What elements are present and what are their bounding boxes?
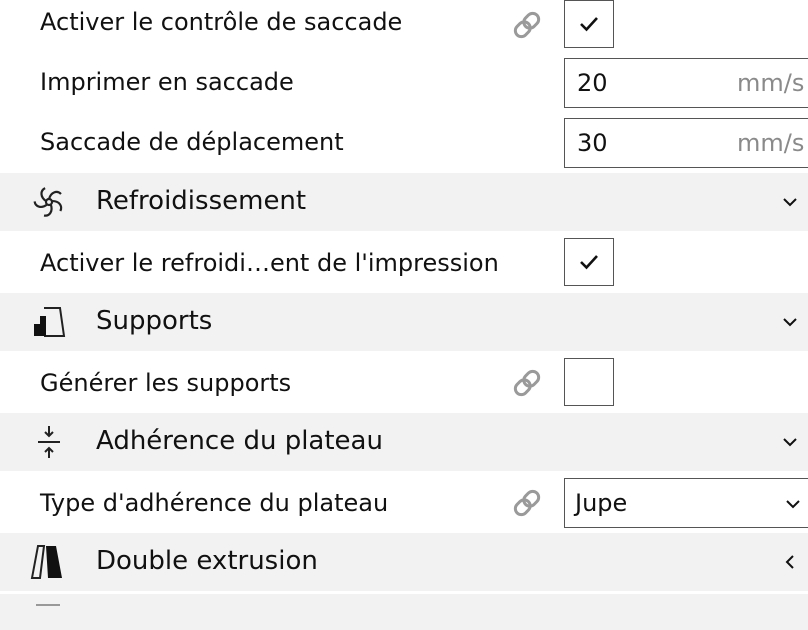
setting-row-jerk-travel: Saccade de déplacement 30 mm/s: [0, 114, 808, 172]
section-title-dual-extrusion: Double extrusion: [96, 546, 318, 576]
dual-extrusion-icon: [30, 542, 68, 582]
link-icon[interactable]: [508, 364, 546, 402]
setting-row-cooling-enable: Activer le refroidi…ent de l'impression: [0, 232, 808, 292]
chevron-down-icon[interactable]: [782, 434, 798, 450]
section-title-support: Supports: [96, 306, 213, 336]
jerk-print-input[interactable]: 20 mm/s: [564, 58, 808, 108]
cooling-enable-checkbox[interactable]: [564, 238, 614, 286]
setting-row-jerk-print: Imprimer en saccade 20 mm/s: [0, 54, 808, 112]
section-title-cooling: Refroidissement: [96, 186, 307, 216]
section-header-support[interactable]: Supports: [0, 293, 808, 351]
section-header-next-partial[interactable]: [0, 594, 808, 630]
support-icon: [30, 302, 68, 342]
jerk-travel-unit: mm/s: [737, 129, 805, 157]
support-enable-checkbox[interactable]: [564, 358, 614, 406]
setting-label-jerk-print: Imprimer en saccade: [40, 68, 294, 96]
adhesion-type-value: Jupe: [575, 489, 628, 517]
section-title-adhesion: Adhérence du plateau: [96, 426, 383, 456]
chevron-down-icon[interactable]: [782, 314, 798, 330]
setting-label-support-enable: Générer les supports: [40, 369, 292, 397]
jerk-travel-input[interactable]: 30 mm/s: [564, 118, 808, 168]
setting-label-jerk-travel: Saccade de déplacement: [40, 128, 344, 156]
adhesion-icon: [30, 422, 68, 462]
fan-icon: [30, 182, 68, 222]
setting-row-support-enable: Générer les supports: [0, 352, 808, 412]
setting-label-jerk-enable: Activer le contrôle de saccade: [40, 8, 403, 36]
setting-label-adhesion-type: Type d'adhérence du plateau: [40, 489, 389, 517]
chevron-left-icon[interactable]: [782, 554, 798, 570]
chevron-down-icon[interactable]: [782, 194, 798, 210]
link-icon[interactable]: [508, 484, 546, 522]
jerk-travel-value: 30: [577, 129, 608, 157]
jerk-print-value: 20: [577, 69, 608, 97]
section-header-cooling[interactable]: Refroidissement: [0, 173, 808, 231]
checkmark-icon: [580, 17, 598, 32]
setting-row-adhesion-type: Type d'adhérence du plateau Jupe: [0, 472, 808, 532]
jerk-enable-checkbox[interactable]: [564, 0, 614, 48]
chevron-down-icon: [786, 500, 800, 509]
setting-row-jerk-enable: Activer le contrôle de saccade: [0, 0, 808, 52]
partial-section-icon: [36, 604, 60, 610]
checkmark-icon: [580, 255, 598, 270]
jerk-print-unit: mm/s: [737, 69, 805, 97]
section-header-dual-extrusion[interactable]: Double extrusion: [0, 533, 808, 591]
section-header-adhesion[interactable]: Adhérence du plateau: [0, 413, 808, 471]
adhesion-type-select[interactable]: Jupe: [564, 478, 808, 528]
link-icon[interactable]: [508, 6, 546, 44]
setting-label-cooling-enable: Activer le refroidi…ent de l'impression: [40, 249, 499, 277]
